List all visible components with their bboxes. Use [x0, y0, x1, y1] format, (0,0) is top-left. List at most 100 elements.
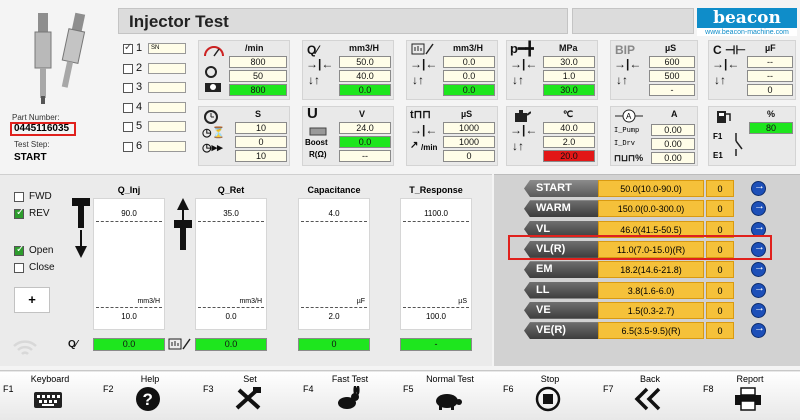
- injector-5-serial-field[interactable]: [148, 121, 186, 133]
- set-button[interactable]: F3 Set: [200, 372, 301, 420]
- gauge-unit: mm3/H: [239, 298, 262, 305]
- function-label: Fast Test: [331, 374, 369, 384]
- injector-2-serial-field[interactable]: [148, 62, 186, 74]
- gauge-lower-line: [198, 307, 264, 308]
- function-label: Back: [639, 374, 660, 384]
- pulse-width-value[interactable]: 1000: [443, 122, 495, 134]
- temperature-actual: 20.0: [543, 150, 595, 162]
- fuel-tile: F1 E1 % 80: [708, 106, 796, 166]
- voltage-set-value[interactable]: 24.0: [339, 122, 391, 134]
- qinj-set-value[interactable]: 50.0: [339, 56, 391, 68]
- capacitance-tile: C ⊣⊢ →|← ↓↑ µF -- -- 0: [708, 40, 796, 100]
- drive-current-value: 0.00: [651, 138, 695, 150]
- fast-test-button[interactable]: F4 Fast Test: [300, 372, 401, 420]
- injector-4-serial-field[interactable]: [148, 101, 186, 113]
- gauge-upper-line: [96, 221, 162, 222]
- injector-6-checkbox[interactable]: [123, 142, 133, 152]
- pressure-unit: MPa: [559, 43, 578, 53]
- gauge-lower-limit: 100.0: [425, 312, 447, 321]
- gauge-title: T_Response: [409, 185, 463, 195]
- return-flow-icon: [168, 338, 191, 350]
- speed-set-value[interactable]: 800: [229, 56, 287, 68]
- step-ve-r-range: 6.5(3.5-9.5)(R): [598, 322, 704, 340]
- injector-2-checkbox[interactable]: [123, 63, 133, 74]
- gauge-reading: 0: [298, 338, 370, 351]
- back-icon: [633, 386, 663, 414]
- svg-text:A: A: [626, 112, 632, 121]
- injector-6-label: 6: [136, 140, 143, 152]
- capacitance-tolerance[interactable]: --: [747, 70, 793, 82]
- arrow-right-icon[interactable]: [751, 302, 766, 318]
- step-start-value: 0: [706, 180, 734, 197]
- part-number-label: Part Number:: [12, 113, 60, 122]
- qret-tolerance[interactable]: 0.0: [443, 70, 495, 82]
- function-label: Set: [243, 374, 257, 384]
- qinj-tolerance[interactable]: 40.0: [339, 70, 391, 82]
- capacitance-set-value[interactable]: --: [747, 56, 793, 68]
- arrow-right-icon[interactable]: [751, 180, 766, 196]
- per-minute-label: /min: [421, 143, 438, 152]
- qret-set-value[interactable]: 0.0: [443, 56, 495, 68]
- arrows-tol-icon: ↓↑: [714, 73, 726, 87]
- fuel-pump-icon: [717, 111, 731, 123]
- pressure-tolerance[interactable]: 1.0: [543, 70, 595, 82]
- gauge-upper-limit: 35.0: [223, 209, 239, 218]
- qinj-tile: Q⁄ →|← ↓↑ mm3/H 50.0 40.0 0.0: [302, 40, 394, 100]
- injector-image: [20, 8, 102, 108]
- help-button[interactable]: F2 Help?: [100, 372, 201, 420]
- fuel-unit: %: [767, 109, 776, 119]
- bip-set-value[interactable]: 600: [649, 56, 695, 68]
- voltage-tile: U Boost R(Ω) V 24.0 0.0 --: [302, 106, 394, 166]
- gauge-lower-limit: 10.0: [121, 312, 137, 321]
- arrows-in-icon: →|←: [410, 57, 438, 71]
- temperature-tolerance[interactable]: 2.0: [543, 136, 595, 148]
- pump-current-value: 0.00: [651, 124, 695, 136]
- temperature-unit: ℃: [563, 109, 574, 119]
- capacitance-actual: 0: [747, 84, 793, 96]
- gauge-upper-line: [301, 221, 367, 222]
- arrows-in-icon: →|←: [410, 123, 438, 137]
- rev-checkbox[interactable]: ✓: [14, 207, 24, 219]
- pulse-frequency[interactable]: 1000: [443, 136, 495, 148]
- arrows-tol-icon: ↓↑: [616, 73, 628, 87]
- normal-test-button[interactable]: F5 Normal Test: [400, 372, 501, 420]
- fwd-checkbox[interactable]: [14, 192, 24, 202]
- qret-unit: mm3/H: [453, 43, 484, 53]
- temperature-set-value[interactable]: 40.0: [543, 122, 595, 134]
- wifi-icon: [13, 340, 37, 355]
- tachometer-icon: [204, 46, 224, 57]
- plus-button[interactable]: +: [14, 287, 50, 313]
- bip-tolerance[interactable]: 500: [649, 70, 695, 82]
- injector-3-serial-field[interactable]: [148, 82, 186, 94]
- function-key-label: F4: [303, 384, 314, 394]
- pressure-icon: p━╋: [510, 41, 534, 56]
- gauge-unit: mm3/H: [137, 298, 160, 305]
- pressure-set-value[interactable]: 30.0: [543, 56, 595, 68]
- report-button[interactable]: F8 Report: [700, 372, 800, 420]
- injector-1-checkbox[interactable]: ✓: [123, 42, 133, 54]
- speed-actual: 800: [229, 84, 287, 96]
- close-checkbox[interactable]: [14, 263, 24, 273]
- arrow-right-icon[interactable]: [751, 322, 766, 339]
- pwm-icon: ⊓⊔⊓%: [614, 153, 644, 163]
- oil-can-icon: [515, 110, 531, 122]
- time-tile: ◷⏳ ◷▸▸ S 10 0 10: [198, 106, 290, 166]
- open-checkbox[interactable]: ✓: [14, 244, 24, 256]
- speed-tolerance[interactable]: 50: [229, 70, 287, 82]
- keyboard-icon: [33, 386, 63, 414]
- time-set-value[interactable]: 10: [235, 122, 287, 134]
- stop-button[interactable]: F6 Stop: [500, 372, 601, 420]
- injector-6-serial-field[interactable]: [148, 141, 186, 152]
- injector-5-checkbox[interactable]: [123, 122, 133, 133]
- help-icon: ?: [133, 386, 163, 414]
- keyboard-button[interactable]: F1 Keyboard: [0, 372, 101, 420]
- injector-4-checkbox[interactable]: [123, 102, 133, 113]
- injector-3-checkbox[interactable]: [123, 83, 133, 94]
- arrow-right-icon[interactable]: [751, 282, 766, 298]
- injector-1-serial-field[interactable]: SN: [148, 43, 186, 54]
- temperature-tile: →|← ↓↑ ℃ 40.0 2.0 20.0: [506, 106, 598, 166]
- function-key-label: F7: [603, 384, 614, 394]
- test-step-label: Test Step:: [14, 140, 50, 149]
- back-button[interactable]: F7 Back: [600, 372, 701, 420]
- bip-unit: µS: [665, 43, 677, 53]
